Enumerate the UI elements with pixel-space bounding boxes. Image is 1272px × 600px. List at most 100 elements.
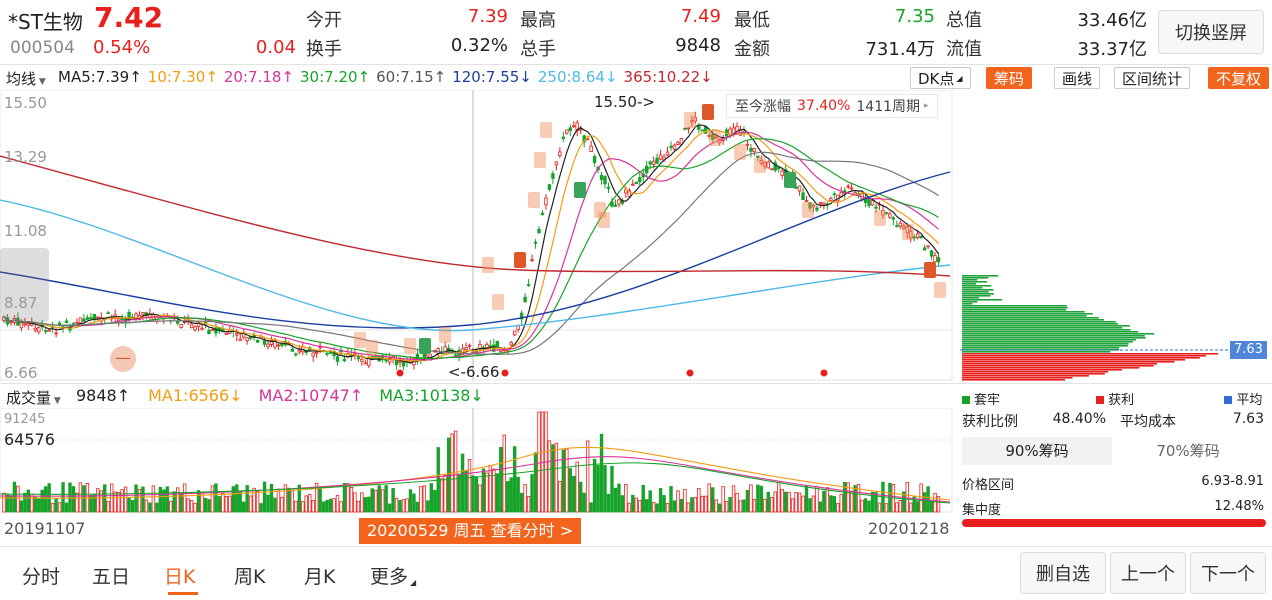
remove-watchlist-button[interactable]: 删自选	[1020, 552, 1106, 594]
volume-bar	[620, 495, 625, 513]
volume-bar	[516, 476, 520, 513]
candle-body	[936, 257, 941, 263]
volume-bar	[582, 492, 586, 513]
switch-portrait-button[interactable]: 切换竖屏	[1158, 10, 1264, 54]
range-stat-button[interactable]: 区间统计	[1114, 67, 1191, 89]
tab-weekly-k[interactable]: 周K	[234, 562, 265, 589]
candle-body	[895, 224, 899, 227]
y-label-3: 11.08	[4, 222, 47, 240]
tab-five-day[interactable]: 五日	[92, 562, 130, 589]
bottom-divider	[0, 546, 1272, 547]
volume-bar	[770, 497, 774, 513]
volume-bar	[207, 499, 211, 513]
volume-bar	[12, 481, 17, 513]
chip-bar	[962, 379, 1065, 381]
candle-body	[697, 125, 701, 130]
volume-bar	[446, 437, 451, 513]
candle-body	[71, 323, 76, 326]
candle-body	[523, 296, 527, 303]
candle-body	[849, 187, 854, 190]
prev-stock-button[interactable]: 上一个	[1110, 552, 1186, 594]
volume-bar	[387, 503, 392, 513]
y-label-bottom: 6.66	[4, 364, 38, 382]
candle-body	[603, 176, 607, 185]
chip-button[interactable]: 筹码	[986, 67, 1033, 89]
volume-bar	[325, 499, 329, 513]
volume-bar	[599, 433, 604, 513]
candle-body	[255, 339, 260, 343]
volume-bar	[394, 497, 399, 513]
candle-body	[314, 351, 319, 354]
chip-bar	[962, 323, 1119, 325]
candle-body	[547, 184, 552, 190]
chip-legend: 套牢 获利 平均	[962, 389, 1264, 408]
kline-chart[interactable]	[0, 90, 956, 382]
volume-bar	[895, 502, 899, 513]
volume-bar	[155, 502, 159, 513]
gain-info-box[interactable]: 至今涨幅 37.40% 1411周期 ▸	[726, 94, 938, 118]
sequence-marker	[734, 144, 746, 160]
chip-bar	[962, 365, 1154, 367]
view-intraday-button[interactable]: 20200529 周五 查看分时 >	[359, 518, 582, 544]
legend-avg-swatch	[1224, 396, 1233, 404]
dk-point-button[interactable]: DK点 ◢	[910, 67, 971, 89]
draw-line-button[interactable]: 画线	[1054, 67, 1101, 89]
volume-bar	[526, 496, 531, 513]
tab-intraday[interactable]: 分时	[22, 562, 60, 589]
volume-bar	[335, 495, 340, 513]
ma-selector[interactable]: 均线 ▼	[6, 68, 46, 89]
sequence-marker	[934, 282, 946, 298]
volume-bar	[537, 411, 541, 513]
signal-dot	[501, 369, 509, 377]
volume-bar	[742, 499, 746, 513]
next-stock-button[interactable]: 下一个	[1190, 552, 1266, 594]
volume-bar	[228, 495, 232, 513]
volume-bar	[596, 465, 600, 513]
candle-body	[328, 351, 333, 354]
chip-tab-70[interactable]: 70%筹码	[1112, 437, 1264, 465]
volume-bar	[5, 494, 10, 513]
candle-body	[318, 346, 322, 349]
volume-bar	[346, 483, 350, 513]
chip-bar	[962, 369, 1123, 371]
candle-body	[770, 168, 774, 171]
tab-more[interactable]: 更多	[370, 562, 408, 589]
candle-body	[766, 161, 770, 169]
volume-bar	[634, 497, 638, 513]
volume-bar	[787, 492, 791, 513]
volume-selector[interactable]: 成交量 ▼	[6, 387, 61, 408]
chip-bar	[962, 373, 1105, 375]
gain-info-label: 至今涨幅	[735, 99, 791, 115]
candle-body	[565, 129, 569, 134]
candle-body	[85, 317, 90, 320]
sequence-marker	[702, 104, 714, 120]
volume-bar	[443, 474, 447, 513]
volume-ma3: MA3:10138↓	[379, 386, 484, 405]
chip-tab-90[interactable]: 90%筹码	[962, 437, 1112, 465]
volume-bar	[276, 488, 281, 513]
volume-bar	[50, 502, 55, 513]
field-value-volume: 9848	[675, 35, 721, 56]
tab-daily-k[interactable]: 日K	[164, 562, 195, 589]
volume-bar	[783, 491, 788, 513]
volume-bar	[353, 492, 357, 513]
candle-body	[797, 185, 802, 192]
field-label-amount: 金额	[734, 39, 770, 60]
candle-body	[120, 318, 124, 321]
sequence-marker	[482, 257, 494, 273]
no-adjust-button[interactable]: 不复权	[1208, 67, 1270, 89]
chip-bar	[962, 339, 1136, 341]
volume-bar	[269, 484, 274, 513]
chip-bar	[962, 331, 1139, 333]
field-value-amount: 731.4万	[865, 39, 935, 60]
tab-monthly-k[interactable]: 月K	[304, 562, 335, 589]
volume-chart[interactable]	[0, 408, 956, 514]
volume-bar	[460, 453, 465, 513]
stock-name: *ST生物	[8, 10, 83, 34]
candle-body	[780, 170, 784, 176]
volume-bar	[422, 485, 427, 513]
candle-body	[207, 330, 211, 335]
candle-body	[54, 332, 58, 335]
chip-bar	[962, 285, 992, 287]
volume-bar	[248, 495, 253, 513]
